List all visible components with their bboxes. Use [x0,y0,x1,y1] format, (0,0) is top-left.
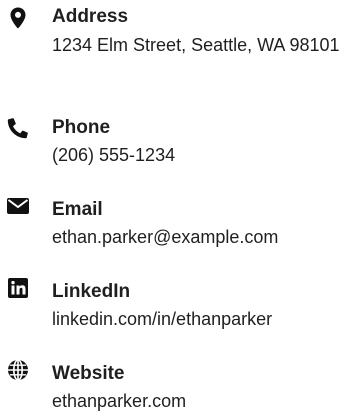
address-label: Address [52,6,129,27]
email-label: Email [52,199,103,220]
linkedin-label: LinkedIn [52,281,131,302]
address-value: 1234 Elm Street, Seattle, WA 98101 [52,35,340,55]
phone-value[interactable]: (206) 555-1234 [52,141,352,170]
envelope-icon [6,194,30,218]
phone-label: Phone [52,117,111,138]
globe-icon [6,358,30,382]
website-value[interactable]: ethanparker.com [52,387,352,416]
website-label: Website [52,363,125,384]
contact-list: Address 1234 Elm Street, Seattle, WA 981… [0,0,355,417]
linkedin-value[interactable]: linkedin.com/in/ethanparker [52,305,352,334]
linkedin-icon [6,276,30,300]
map-pin-icon [6,6,30,30]
email-value[interactable]: ethan.parker@example.com [52,223,352,252]
phone-icon [6,116,30,140]
